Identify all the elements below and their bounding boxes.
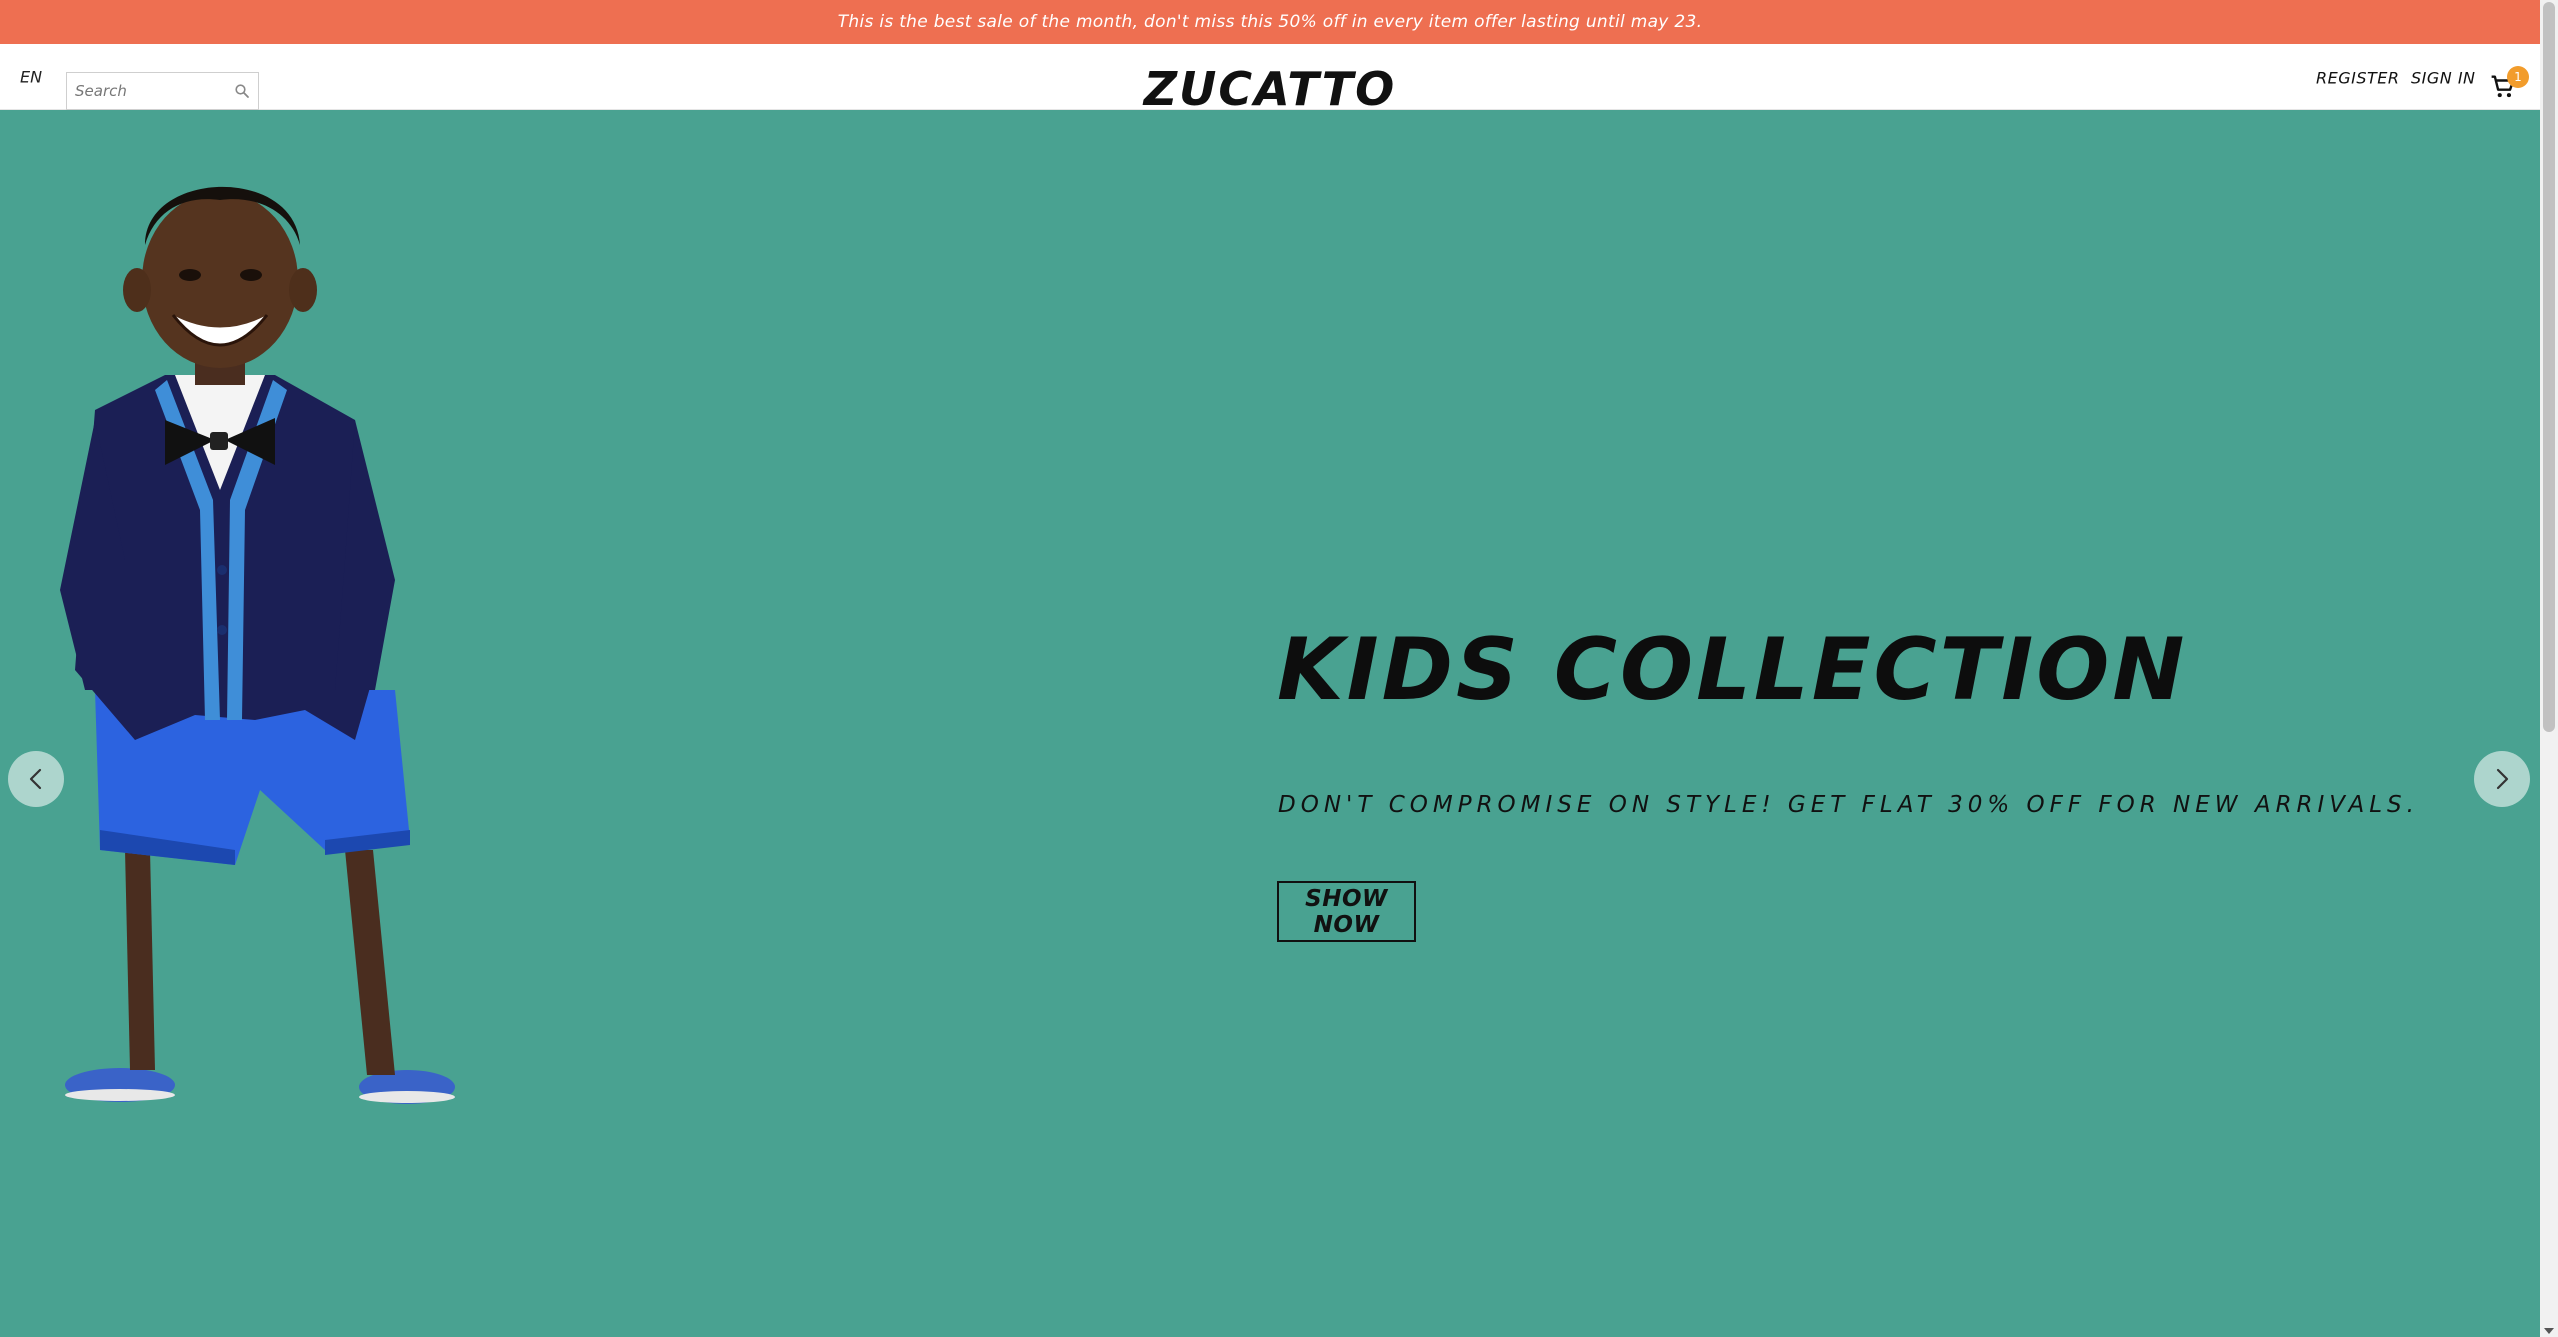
- cart-count-badge: 1: [2507, 66, 2529, 88]
- show-now-button[interactable]: SHOW NOW: [1277, 881, 1416, 942]
- search-box: [66, 72, 259, 110]
- language-selector[interactable]: EN: [20, 68, 42, 87]
- slider-prev-button[interactable]: [8, 751, 64, 807]
- search-icon[interactable]: [234, 83, 250, 99]
- hero-subtitle: DON'T COMPROMISE ON STYLE! GET FLAT 30% …: [1278, 792, 2419, 818]
- chevron-left-icon: [29, 768, 42, 790]
- kid-model-image: [60, 186, 455, 1104]
- register-link[interactable]: REGISTER: [2316, 69, 2400, 88]
- sign-in-link[interactable]: SIGN IN: [2411, 69, 2476, 88]
- search-input[interactable]: [67, 73, 217, 109]
- hero-slider: KIDS COLLECTION DON'T COMPROMISE ON STYL…: [0, 110, 2540, 1337]
- announcement-bar: This is the best sale of the month, don'…: [0, 0, 2540, 44]
- brand-logo[interactable]: ZUCATTO: [1144, 62, 1397, 116]
- scrollbar-thumb[interactable]: [2543, 2, 2555, 732]
- scroll-down-icon[interactable]: [2544, 1328, 2554, 1334]
- top-navbar: EN ZUCATTO REGISTER SIGN IN 1: [0, 44, 2540, 116]
- chevron-right-icon: [2496, 768, 2509, 790]
- page-scrollbar[interactable]: [2540, 0, 2558, 1337]
- hero-title: KIDS COLLECTION: [1277, 620, 2188, 720]
- slider-next-button[interactable]: [2474, 751, 2530, 807]
- announcement-text: This is the best sale of the month, don'…: [837, 12, 1703, 32]
